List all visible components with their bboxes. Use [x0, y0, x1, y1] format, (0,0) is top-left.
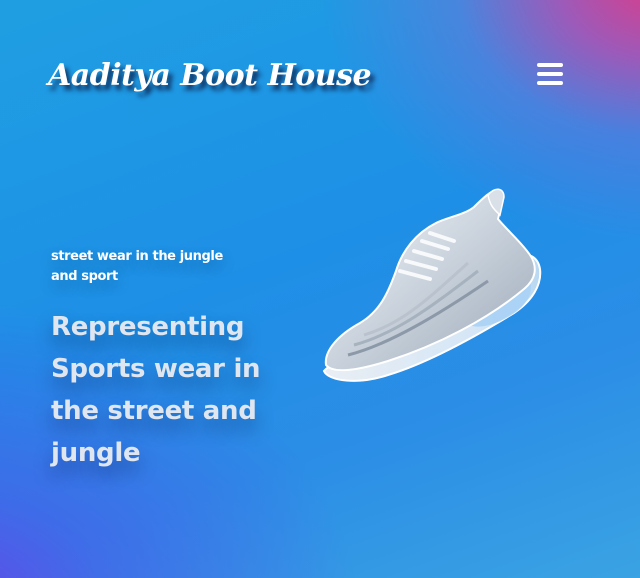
menu-bar	[537, 72, 563, 76]
sneaker-image	[322, 188, 542, 382]
menu-bar	[537, 63, 563, 67]
brand-logo[interactable]: Aaditya Boot House	[48, 58, 372, 93]
hamburger-menu-icon[interactable]	[534, 58, 566, 90]
hero-tagline: street wear in the jungle and sport	[51, 249, 223, 284]
hero-headline: Representing Sports wear in the street a…	[51, 312, 261, 468]
menu-bar	[537, 81, 563, 85]
